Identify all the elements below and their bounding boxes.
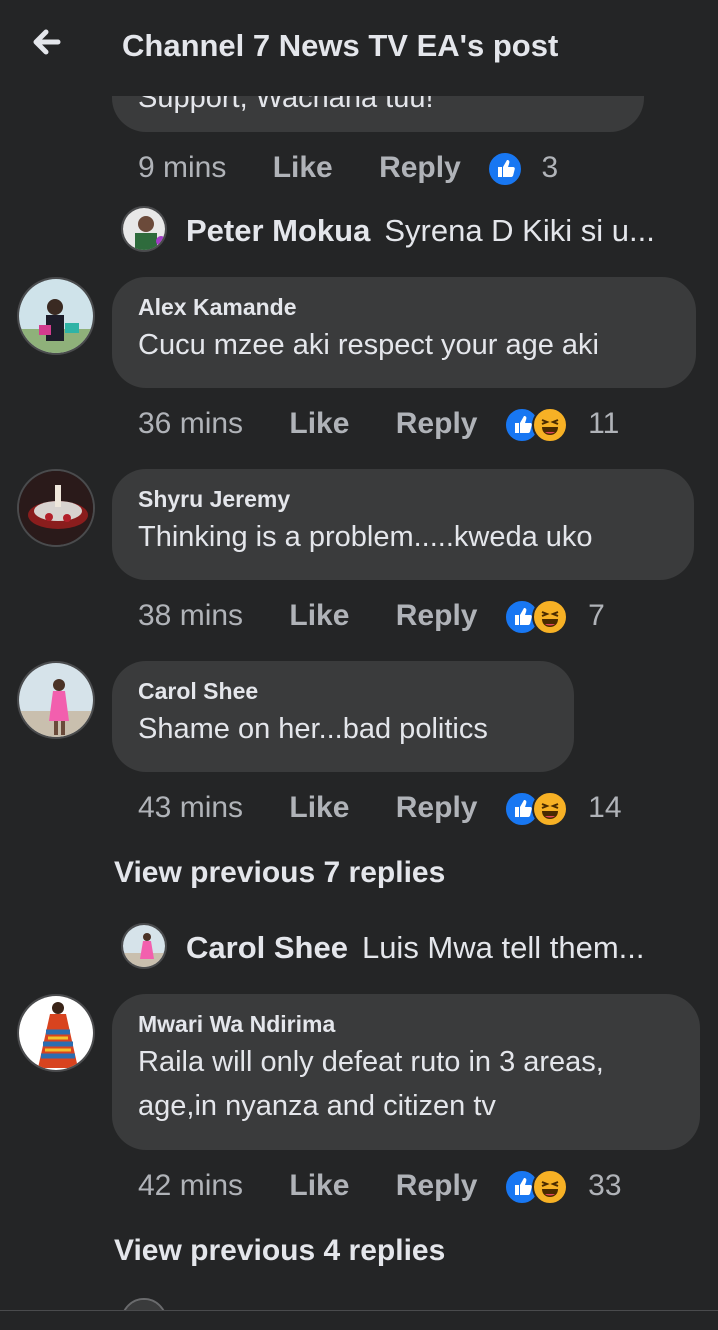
comment-bubble[interactable]: Shyru Jeremy Thinking is a problem.....k… — [112, 469, 694, 580]
avatar[interactable] — [121, 206, 167, 252]
comment-bubble[interactable]: Mwari Wa Ndirima Raila will only defeat … — [112, 994, 700, 1150]
haha-reaction-icon — [531, 791, 568, 828]
reply-button[interactable]: Reply — [396, 1166, 478, 1206]
bottom-divider — [0, 1310, 718, 1330]
comment-time: 43 mins — [138, 791, 244, 825]
like-button[interactable]: Like — [289, 404, 349, 444]
reply-preview[interactable]: Carol Shee Luis Mwa tell them... — [186, 928, 645, 968]
comment-text-line-1: Raila will only defeat ruto in 3 areas, — [138, 1046, 604, 1078]
like-reaction-icon — [487, 151, 524, 188]
comment-meta-partial: 9 mins Like Reply 3 — [138, 147, 559, 188]
avatar[interactable] — [121, 923, 167, 969]
comment-author[interactable]: Shyru Jeremy — [138, 485, 668, 513]
comment-time: 9 mins — [138, 151, 227, 185]
reactions-like[interactable] — [487, 151, 524, 188]
view-previous-replies-link[interactable]: View previous 4 replies — [114, 1234, 445, 1268]
view-previous-replies-link[interactable]: View previous 7 replies — [114, 856, 445, 890]
reply-button[interactable]: Reply — [396, 788, 478, 828]
comment-text: Shame on her...bad politics — [138, 713, 488, 745]
haha-reaction-icon — [531, 599, 568, 636]
reactions-like-haha[interactable] — [503, 1169, 568, 1206]
reactions-like-haha[interactable] — [503, 599, 568, 636]
back-arrow-icon[interactable] — [24, 22, 72, 66]
comment-time: 42 mins — [138, 1169, 244, 1203]
page-title: Channel 7 News TV EA's post — [122, 28, 559, 63]
like-button[interactable]: Like — [273, 148, 333, 188]
comment-author[interactable]: Mwari Wa Ndirima — [138, 1010, 674, 1038]
avatar[interactable] — [17, 469, 95, 547]
comment-bubble[interactable]: Carol Shee Shame on her...bad politics — [112, 661, 574, 772]
reply-button[interactable]: Reply — [396, 404, 478, 444]
reaction-count: 3 — [541, 151, 559, 185]
reaction-count: 14 — [588, 791, 622, 825]
comment-time: 38 mins — [138, 599, 244, 633]
comment-text: Thinking is a problem.....kweda uko — [138, 521, 593, 553]
avatar[interactable] — [17, 661, 95, 739]
comment-text-line-2: age,in nyanza and citizen tv — [138, 1090, 496, 1122]
comment-meta: 42 mins Like Reply 33 — [138, 1165, 622, 1206]
comment-author[interactable]: Carol Shee — [138, 677, 548, 705]
like-button[interactable]: Like — [289, 1166, 349, 1206]
reply-button[interactable]: Reply — [379, 148, 461, 188]
haha-reaction-icon — [531, 1169, 568, 1206]
reactions-like-haha[interactable] — [503, 791, 568, 828]
comment-meta: 38 mins Like Reply 7 — [138, 595, 605, 636]
reply-author: Peter Mokua — [186, 213, 371, 248]
reply-preview[interactable]: Peter Mokua Syrena D Kiki si u... — [186, 211, 655, 251]
like-button[interactable]: Like — [289, 596, 349, 636]
comment-meta: 36 mins Like Reply 11 — [138, 403, 620, 444]
comment-time: 36 mins — [138, 407, 244, 441]
reactions-like-haha[interactable] — [503, 407, 568, 444]
like-button[interactable]: Like — [289, 788, 349, 828]
reaction-count: 7 — [588, 599, 605, 633]
reply-author: Carol Shee — [186, 930, 348, 965]
reply-snippet: Luis Mwa tell them... — [361, 930, 645, 965]
avatar[interactable] — [17, 277, 95, 355]
reply-snippet: Syrena D Kiki si u... — [384, 213, 655, 248]
top-app-bar: Channel 7 News TV EA's post — [0, 0, 718, 96]
avatar[interactable] — [17, 994, 95, 1072]
haha-reaction-icon — [531, 407, 568, 444]
comment-text: Cucu mzee aki respect your age aki — [138, 329, 599, 361]
reaction-count: 11 — [588, 407, 620, 441]
reaction-count: 33 — [588, 1169, 622, 1203]
comments-scroll-area[interactable]: Support, Wachana tuu! 9 mins Like Reply … — [0, 0, 718, 1329]
reply-button[interactable]: Reply — [396, 596, 478, 636]
comment-bubble[interactable]: Alex Kamande Cucu mzee aki respect your … — [112, 277, 696, 388]
comment-author[interactable]: Alex Kamande — [138, 293, 670, 321]
comment-meta: 43 mins Like Reply 14 — [138, 787, 622, 828]
